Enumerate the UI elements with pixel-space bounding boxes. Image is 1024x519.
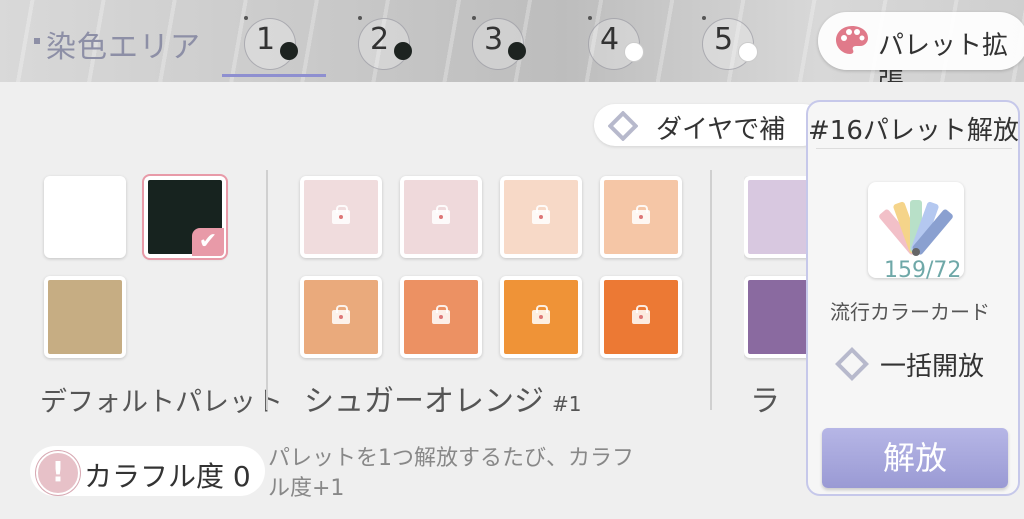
unlock-panel-title: #16パレット解放: [808, 116, 1019, 146]
paint-palette-icon: [836, 26, 868, 54]
palette-third-clip: [744, 176, 806, 366]
card-name: 流行カラーカード: [830, 300, 990, 324]
colorful-hint: パレットを1つ解放するたび、カラフル度+1: [268, 446, 634, 501]
lock-icon: [332, 305, 350, 324]
bulk-open-label: 一括開放: [880, 352, 985, 382]
slot-filled-dot-icon: [508, 42, 526, 60]
colorful-degree: ! カラフル度 0: [30, 446, 265, 496]
locked-color-swatch[interactable]: [500, 176, 582, 258]
locked-color-swatch[interactable]: [400, 276, 482, 358]
lock-icon: [632, 205, 650, 224]
color-swatch-selected[interactable]: ✔: [144, 176, 226, 258]
slot-empty-dot-icon: [738, 42, 758, 62]
lock-icon: [532, 305, 550, 324]
locked-color-swatch[interactable]: [600, 276, 682, 358]
slot-number: 5: [714, 22, 734, 57]
palette-name-third: ラ: [750, 384, 780, 419]
locked-color-swatch[interactable]: [600, 176, 682, 258]
color-swatch[interactable]: [44, 176, 126, 258]
color-swatch[interactable]: [744, 176, 806, 258]
slot-4[interactable]: 4: [580, 14, 650, 70]
active-slot-underline: [222, 74, 326, 77]
slot-number: 3: [484, 22, 504, 57]
colorful-value: 0: [232, 460, 251, 493]
palette-expand-button[interactable]: パレット拡張: [818, 12, 1024, 82]
diamond-icon: [835, 347, 869, 381]
slot-filled-dot-icon: [394, 42, 412, 60]
lock-icon: [632, 305, 650, 324]
diamond-fill-label: ダイヤで補: [656, 115, 786, 145]
panel-divider: [816, 148, 1012, 149]
release-button[interactable]: 解放: [822, 428, 1008, 488]
palette-expand-label: パレット拡張: [878, 31, 1009, 82]
color-swatch[interactable]: [744, 276, 806, 358]
palette-name-sugar-orange: シュガーオレンジ #1: [304, 384, 582, 419]
slot-3[interactable]: 3: [464, 14, 534, 70]
card-count: 159/72: [884, 258, 962, 283]
locked-color-swatch[interactable]: [300, 176, 382, 258]
diamond-fill-button[interactable]: ダイヤで補: [594, 104, 824, 146]
palette-divider: [710, 170, 712, 410]
diamond-icon: [608, 111, 638, 141]
slot-2[interactable]: 2: [350, 14, 420, 70]
lock-icon: [432, 205, 450, 224]
lock-icon: [432, 305, 450, 324]
slot-5[interactable]: 5: [694, 14, 764, 70]
slot-number: 1: [256, 22, 276, 57]
slot-empty-dot-icon: [624, 42, 644, 62]
slot-number: 2: [370, 22, 390, 57]
exclamation-icon: !: [36, 451, 80, 495]
slot-number: 4: [600, 22, 620, 57]
palette-name-default: デフォルトパレット: [40, 387, 283, 418]
slot-1[interactable]: 1: [236, 14, 306, 70]
lock-icon: [532, 205, 550, 224]
color-swatch[interactable]: [44, 276, 126, 358]
palette-divider: [266, 170, 268, 410]
locked-color-swatch[interactable]: [400, 176, 482, 258]
top-bar: 染色エリア 1 2 3 4 5 パレット拡張: [0, 0, 1024, 82]
slot-filled-dot-icon: [280, 42, 298, 60]
colorful-label: カラフル度 0: [84, 460, 251, 493]
check-icon: ✔: [192, 228, 224, 256]
area-title: 染色エリア: [34, 22, 201, 66]
lock-icon: [332, 205, 350, 224]
locked-color-swatch[interactable]: [300, 276, 382, 358]
locked-color-swatch[interactable]: [500, 276, 582, 358]
